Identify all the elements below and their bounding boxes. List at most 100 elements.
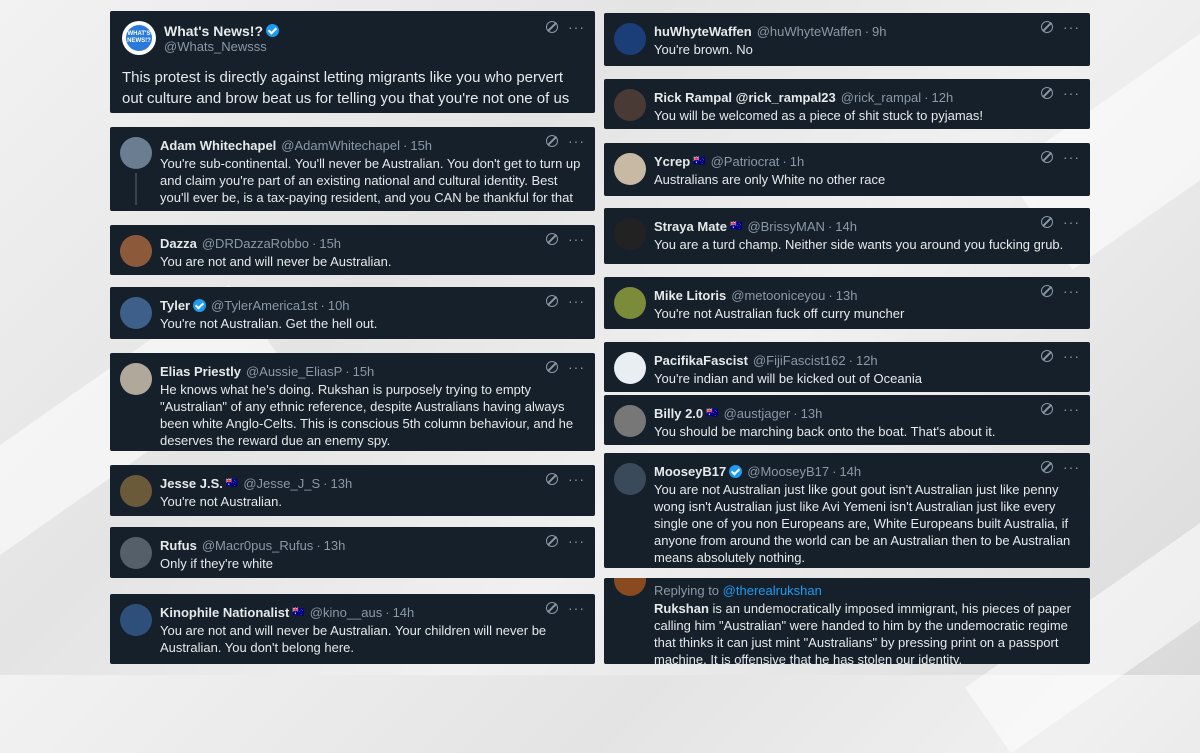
avatar[interactable] [614, 287, 646, 319]
more-icon[interactable]: ··· [568, 232, 585, 246]
grok-icon[interactable] [1041, 21, 1053, 33]
grok-icon[interactable] [546, 535, 558, 547]
avatar[interactable]: WHAT'S NEWS!? [122, 21, 156, 55]
author-name[interactable]: PacifikaFascist [654, 352, 748, 369]
more-icon[interactable]: ··· [568, 294, 585, 308]
author-name[interactable]: Elias Priestly [160, 363, 241, 380]
avatar[interactable] [120, 297, 152, 329]
timestamp[interactable]: 13h [836, 287, 858, 304]
author-name[interactable]: Jesse J.S. [160, 475, 223, 492]
author-handle[interactable]: @AdamWhitechapel [281, 137, 400, 154]
author-name[interactable]: Kinophile Nationalist [160, 604, 289, 621]
grok-icon[interactable] [1041, 151, 1053, 163]
author-handle[interactable]: @austjager [724, 405, 791, 422]
reply-card[interactable]: Mike Litoris @metooniceyou · 13h ··· You… [604, 277, 1090, 329]
author-name[interactable]: Straya Mate [654, 218, 727, 235]
reply-card[interactable]: huWhyteWaffen @huWhyteWaffen · 9h ··· Yo… [604, 13, 1090, 66]
reply-card[interactable]: Billy 2.0 🇦🇺 @austjager · 13h ··· You sh… [604, 395, 1090, 445]
author-handle[interactable]: @Macr0pus_Rufus [202, 537, 313, 554]
more-icon[interactable]: ··· [568, 472, 585, 486]
avatar[interactable] [120, 363, 152, 395]
author-handle[interactable]: @metooniceyou [731, 287, 825, 304]
timestamp[interactable]: 13h [330, 475, 352, 492]
grok-icon[interactable] [546, 21, 558, 33]
reply-card[interactable]: Elias Priestly @Aussie_EliasP · 15h ··· … [110, 353, 595, 451]
more-icon[interactable]: ··· [1063, 20, 1080, 34]
author-handle[interactable]: @kino__aus [310, 604, 382, 621]
reply-card[interactable]: PacifikaFascist @FijiFascist162 · 12h ··… [604, 342, 1090, 392]
author-handle[interactable]: @MooseyB17 [747, 463, 829, 480]
timestamp[interactable]: 14h [393, 604, 415, 621]
more-icon[interactable]: ··· [568, 601, 585, 615]
avatar[interactable] [120, 537, 152, 569]
author-handle[interactable]: @Jesse_J_S [243, 475, 320, 492]
author-handle[interactable]: @Patriocrat [711, 153, 780, 170]
author-name[interactable]: MooseyB17 [654, 463, 726, 480]
reply-card[interactable]: Tyler @TylerAmerica1st · 10h ··· You're … [110, 287, 595, 339]
grok-icon[interactable] [546, 602, 558, 614]
more-icon[interactable]: ··· [568, 134, 585, 148]
author-name[interactable]: Dazza [160, 235, 197, 252]
timestamp[interactable]: 15h [353, 363, 375, 380]
avatar[interactable] [120, 604, 152, 636]
more-icon[interactable]: ··· [1063, 150, 1080, 164]
avatar[interactable] [120, 235, 152, 267]
timestamp[interactable]: 9h [872, 23, 886, 40]
author-name[interactable]: Mike Litoris [654, 287, 726, 304]
author-name[interactable]: Rick Rampal @rick_rampal23 [654, 89, 836, 106]
grok-icon[interactable] [546, 135, 558, 147]
author-name[interactable]: Rufus [160, 537, 197, 554]
reply-card[interactable]: MooseyB17 @MooseyB17 · 14h ··· You are n… [604, 453, 1090, 568]
timestamp[interactable]: 12h [856, 352, 878, 369]
timestamp[interactable]: 14h [835, 218, 857, 235]
more-icon[interactable]: ··· [1063, 402, 1080, 416]
reply-card[interactable]: Straya Mate 🇦🇺 @BrissyMAN · 14h ··· You … [604, 208, 1090, 264]
avatar[interactable] [120, 475, 152, 507]
author-handle[interactable]: @rick_rampal [841, 89, 921, 106]
avatar[interactable] [614, 405, 646, 437]
grok-icon[interactable] [1041, 403, 1053, 415]
reply-card[interactable]: Dazza @DRDazzaRobbo · 15h ··· You are no… [110, 225, 595, 275]
avatar[interactable] [614, 352, 646, 384]
reply-card[interactable]: Rick Rampal @rick_rampal23 @rick_rampal … [604, 79, 1090, 129]
reply-card[interactable]: Kinophile Nationalist 🇦🇺 @kino__aus · 14… [110, 594, 595, 664]
timestamp[interactable]: 15h [319, 235, 341, 252]
grok-icon[interactable] [1041, 87, 1053, 99]
more-icon[interactable]: ··· [1063, 460, 1080, 474]
author-name[interactable]: Billy 2.0 [654, 405, 703, 422]
grok-icon[interactable] [546, 295, 558, 307]
author-handle[interactable]: @Whats_Newsss [164, 39, 279, 54]
author-name[interactable]: Adam Whitechapel [160, 137, 276, 154]
replying-mention-link[interactable]: @therealrukshan [723, 583, 822, 598]
author-name[interactable]: Ycrep [654, 153, 690, 170]
author-handle[interactable]: @huWhyteWaffen [757, 23, 862, 40]
grok-icon[interactable] [1041, 350, 1053, 362]
timestamp[interactable]: 12h [932, 89, 954, 106]
grok-icon[interactable] [546, 473, 558, 485]
reply-card[interactable]: Jesse J.S. 🇦🇺 @Jesse_J_S · 13h ··· You'r… [110, 465, 595, 516]
timestamp[interactable]: 15h [410, 137, 432, 154]
author-handle[interactable]: @DRDazzaRobbo [202, 235, 309, 252]
more-icon[interactable]: ··· [1063, 86, 1080, 100]
author-handle[interactable]: @BrissyMAN [747, 218, 824, 235]
timestamp[interactable]: 13h [324, 537, 346, 554]
grok-icon[interactable] [546, 233, 558, 245]
grok-icon[interactable] [1041, 216, 1053, 228]
more-icon[interactable]: ··· [568, 20, 585, 34]
avatar[interactable] [614, 218, 646, 250]
reply-card[interactable]: Replying to @therealrukshan Rukshan is a… [604, 578, 1090, 664]
avatar[interactable] [120, 137, 152, 169]
timestamp[interactable]: 14h [839, 463, 861, 480]
more-icon[interactable]: ··· [1063, 284, 1080, 298]
more-icon[interactable]: ··· [568, 360, 585, 374]
avatar[interactable] [614, 463, 646, 495]
grok-icon[interactable] [1041, 285, 1053, 297]
author-name[interactable]: huWhyteWaffen [654, 23, 752, 40]
more-icon[interactable]: ··· [1063, 349, 1080, 363]
grok-icon[interactable] [546, 361, 558, 373]
timestamp[interactable]: 13h [801, 405, 823, 422]
avatar[interactable] [614, 578, 646, 596]
author-name[interactable]: Tyler [160, 297, 190, 314]
avatar[interactable] [614, 153, 646, 185]
reply-card[interactable]: Ycrep 🇦🇺 @Patriocrat · 1h ··· Australian… [604, 143, 1090, 196]
